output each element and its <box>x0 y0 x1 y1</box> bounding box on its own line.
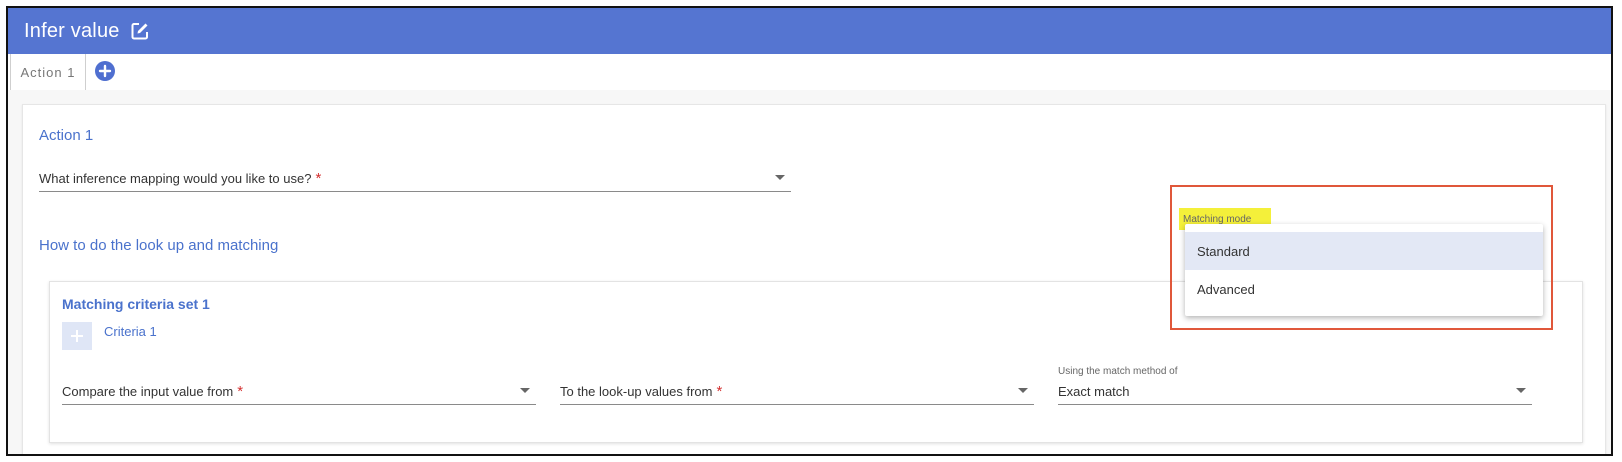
chevron-down-icon <box>520 388 530 393</box>
match-method-value: Exact match <box>1058 383 1130 399</box>
chevron-down-icon <box>1018 388 1028 393</box>
option-advanced[interactable]: Advanced <box>1185 270 1543 308</box>
option-standard[interactable]: Standard <box>1185 232 1543 270</box>
add-criteria-button[interactable] <box>62 322 92 350</box>
compare-input-select[interactable]: Compare the input value from * <box>62 378 536 405</box>
required-marker: * <box>716 382 723 400</box>
required-marker: * <box>315 169 322 187</box>
chevron-down-icon <box>775 175 785 180</box>
page-title: Infer value <box>24 19 120 42</box>
match-method-select[interactable]: Exact match <box>1058 378 1532 405</box>
action-title: Action 1 <box>39 127 94 144</box>
chevron-down-icon <box>1516 388 1526 393</box>
tab-label: Action 1 <box>20 64 76 80</box>
mapping-select[interactable]: What inference mapping would you like to… <box>39 165 791 192</box>
lookup-values-select[interactable]: To the look-up values from * <box>560 378 1034 405</box>
criteria-label: Criteria 1 <box>104 324 157 339</box>
required-marker: * <box>237 382 244 400</box>
header-bar: Infer value <box>8 8 1611 54</box>
tab-bar: Action 1 <box>8 54 1611 91</box>
match-method-label: Using the match method of <box>1058 366 1178 377</box>
mapping-select-label: What inference mapping would you like to… <box>39 170 312 186</box>
lookup-section-title: How to do the look up and matching <box>39 237 279 254</box>
compare-input-label: Compare the input value from <box>62 383 234 399</box>
lookup-values-label: To the look-up values from <box>560 383 713 399</box>
tab-action-1[interactable]: Action 1 <box>10 54 86 90</box>
dropdown-spacer <box>1185 224 1543 232</box>
matching-mode-dropdown: Standard Advanced <box>1185 224 1543 316</box>
plus-icon <box>71 330 83 342</box>
criteria-set-title: Matching criteria set 1 <box>62 296 210 312</box>
edit-icon[interactable] <box>130 21 150 41</box>
add-tab-icon[interactable] <box>94 60 116 82</box>
